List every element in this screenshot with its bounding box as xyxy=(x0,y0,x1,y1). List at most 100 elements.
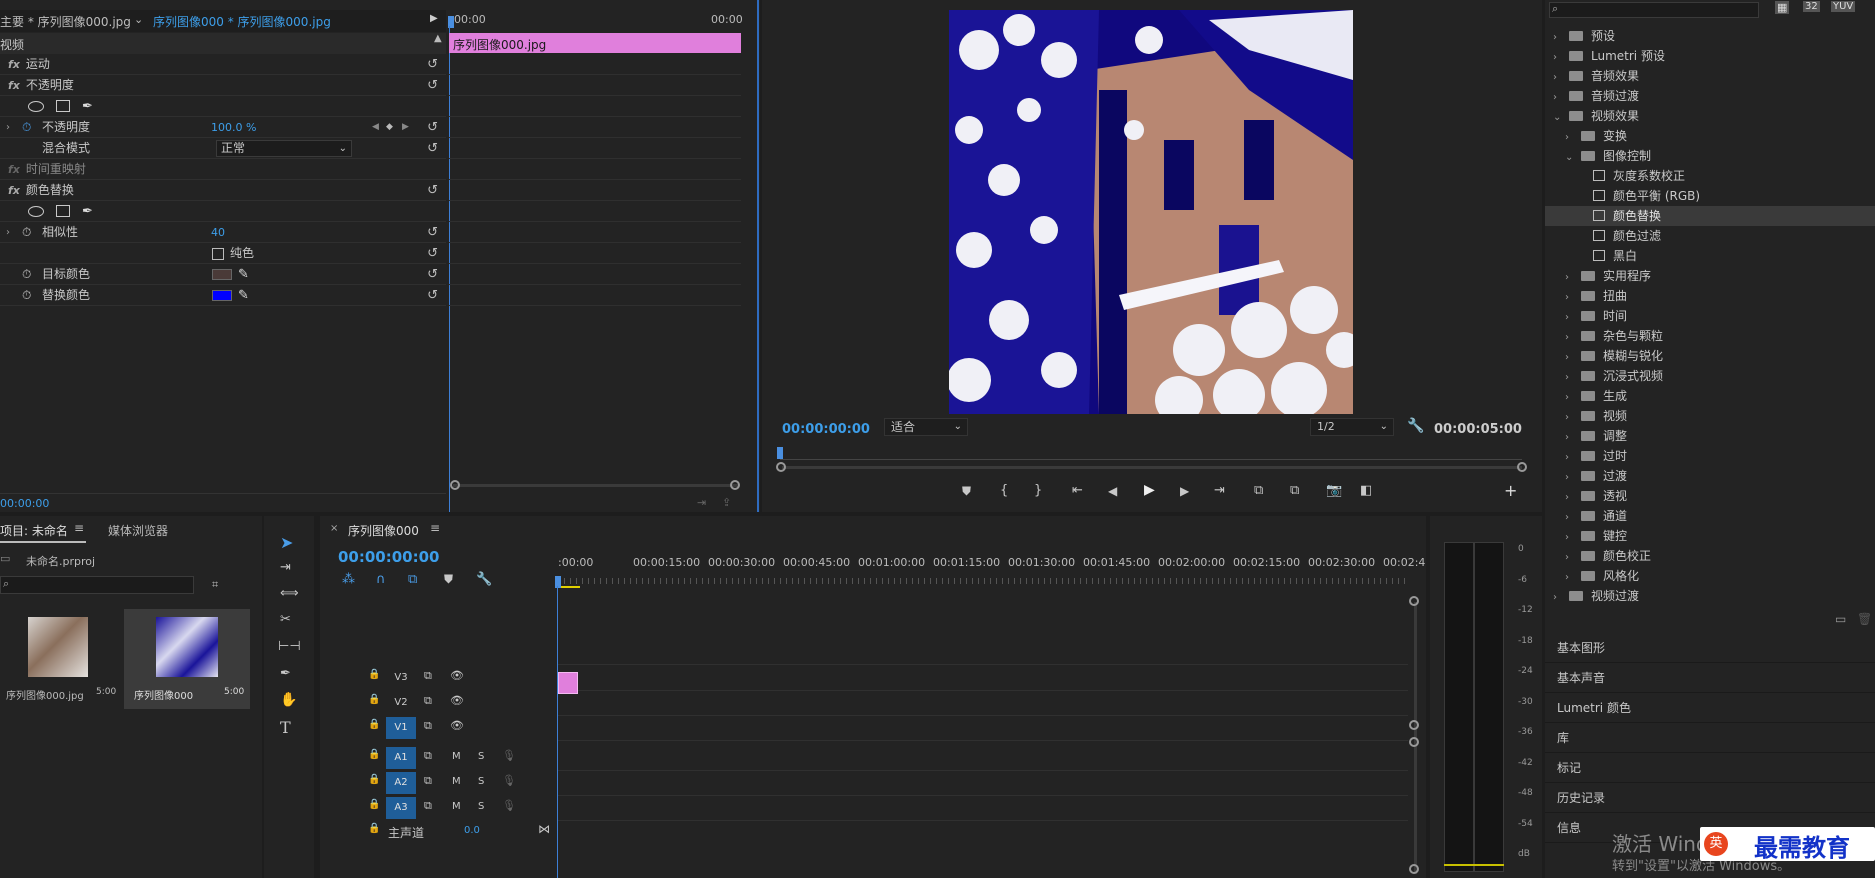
delete-icon[interactable]: 🗑 xyxy=(1857,612,1872,626)
filter-icon[interactable]: ⇥ xyxy=(697,496,706,509)
eye-icon[interactable]: 👁 xyxy=(450,694,464,707)
scroll-handle-a1[interactable] xyxy=(1409,737,1419,747)
ec-zoom-scrollbar[interactable] xyxy=(453,484,738,487)
playback-resolution-select[interactable]: 1/2 ⌄ xyxy=(1310,418,1394,436)
side-panel-header[interactable]: 标记 xyxy=(1545,754,1875,783)
add-button-icon[interactable]: + xyxy=(1504,481,1517,500)
scroll-handle-left[interactable] xyxy=(450,480,460,490)
track-header-v1[interactable]: 🔒 V1 ⧉ 👁 xyxy=(320,716,556,740)
chevron-right-icon[interactable]: › xyxy=(1565,428,1577,448)
track-header-a1[interactable]: 🔒 A1 ⧉ M S 🎙 xyxy=(320,746,556,770)
type-tool-icon[interactable]: T xyxy=(280,718,291,737)
solo-button[interactable]: S xyxy=(478,801,484,812)
fx-icon[interactable]: fx xyxy=(8,79,20,92)
track-header-v2[interactable]: 🔒 V2 ⧉ 👁 xyxy=(320,691,556,715)
pen-mask-icon[interactable]: ✒ xyxy=(82,201,93,222)
project-item-sequence[interactable]: 序列图像000 5:00 xyxy=(124,609,250,709)
program-current-timecode[interactable]: 00:00:00:00 xyxy=(782,422,870,437)
new-bin-icon[interactable]: ▭ xyxy=(1835,612,1846,626)
panel-menu-icon[interactable]: ≡ xyxy=(74,521,84,535)
chevron-right-icon[interactable]: › xyxy=(1565,128,1577,148)
lift-icon[interactable]: ⧉ xyxy=(1254,483,1263,498)
fx-icon[interactable]: fx xyxy=(8,58,20,71)
side-panel-header[interactable]: 基本声音 xyxy=(1545,664,1875,693)
stopwatch-icon[interactable]: ⏱ xyxy=(22,264,31,285)
scroll-handle-right[interactable] xyxy=(1517,462,1527,472)
track-header-v3[interactable]: 🔒 V3 ⧉ 👁 xyxy=(320,666,556,690)
stopwatch-icon[interactable]: ⏱ xyxy=(22,285,31,306)
time-remap-row[interactable]: fx 时间重映射 xyxy=(0,159,446,180)
32bit-effects-icon[interactable]: 32 xyxy=(1803,1,1820,12)
play-icon[interactable]: ▶ xyxy=(1144,482,1155,498)
effects-folder[interactable]: › 风格化 xyxy=(1545,566,1875,586)
effects-folder[interactable]: › 通道 xyxy=(1545,506,1875,526)
time-ruler[interactable] xyxy=(780,452,1522,460)
chevron-right-icon[interactable]: › xyxy=(1565,408,1577,428)
solo-button[interactable]: S xyxy=(478,776,484,787)
pen-mask-icon[interactable]: ✒ xyxy=(82,96,93,117)
lock-icon[interactable]: 🔒 xyxy=(368,694,380,705)
prev-keyframe-icon[interactable]: ◀ xyxy=(372,117,379,138)
scroll-handle-left[interactable] xyxy=(776,462,786,472)
media-browser-tab[interactable]: 媒体浏览器 xyxy=(108,522,168,539)
solo-button[interactable]: S xyxy=(478,751,484,762)
mute-button[interactable]: M xyxy=(452,801,461,812)
yuv-effects-icon[interactable]: YUV xyxy=(1831,1,1856,12)
effects-folder[interactable]: › 过时 xyxy=(1545,446,1875,466)
chevron-right-icon[interactable]: › xyxy=(1565,388,1577,408)
track-target-a3[interactable]: A3 xyxy=(386,797,416,819)
lock-icon[interactable]: 🔒 xyxy=(368,719,380,730)
lock-icon[interactable]: 🔒 xyxy=(368,799,380,810)
opacity-value[interactable]: 100.0 % xyxy=(211,117,256,138)
effects-folder[interactable]: › 键控 xyxy=(1545,526,1875,546)
similarity-row[interactable]: › ⏱ 相似性 40 ↺ xyxy=(0,222,446,243)
effect-item[interactable]: 灰度系数校正 xyxy=(1545,166,1875,186)
effects-folder[interactable]: › 音频过渡 xyxy=(1545,86,1875,106)
chevron-down-icon[interactable]: ⌄ xyxy=(1553,108,1565,128)
program-video-frame[interactable] xyxy=(949,10,1353,414)
razor-tool-icon[interactable]: ✂ xyxy=(280,612,291,627)
slip-tool-icon[interactable]: ⊢⊣ xyxy=(278,639,301,654)
blend-mode-select[interactable]: 正常 ⌄ xyxy=(216,140,352,157)
chevron-right-icon[interactable]: › xyxy=(1565,488,1577,508)
chevron-right-icon[interactable]: › xyxy=(1553,28,1565,48)
chevron-right-icon[interactable]: › xyxy=(1565,548,1577,568)
rectangle-mask-icon[interactable] xyxy=(56,205,70,217)
effect-item[interactable]: 黑白 xyxy=(1545,246,1875,266)
step-back-icon[interactable]: ◀ xyxy=(1108,484,1117,498)
reset-icon[interactable]: ↺ xyxy=(427,54,438,75)
effects-folder[interactable]: › 生成 xyxy=(1545,386,1875,406)
chevron-right-icon[interactable]: › xyxy=(1553,68,1565,88)
chevron-down-icon[interactable]: ⌄ xyxy=(1565,148,1577,168)
effects-folder[interactable]: › 透视 xyxy=(1545,486,1875,506)
expand-icon[interactable]: › xyxy=(6,222,10,243)
replace-color-swatch[interactable] xyxy=(212,290,232,301)
reset-icon[interactable]: ↺ xyxy=(427,75,438,96)
go-to-out-icon[interactable]: ⇥ xyxy=(1214,483,1225,498)
effect-item[interactable]: 颜色过滤 xyxy=(1545,226,1875,246)
v1-clip[interactable] xyxy=(558,672,578,694)
effects-search-input[interactable] xyxy=(1564,4,1754,16)
chevron-right-icon[interactable]: › xyxy=(1565,448,1577,468)
lock-icon[interactable]: 🔒 xyxy=(368,669,380,680)
mark-in-icon[interactable]: { xyxy=(1000,483,1008,498)
chevron-right-icon[interactable]: › xyxy=(1553,48,1565,68)
chevron-right-icon[interactable]: › xyxy=(1553,588,1565,608)
effects-folder[interactable]: ⌄ 视频效果 xyxy=(1545,106,1875,126)
add-marker-icon[interactable]: ⛊ xyxy=(962,484,971,499)
hand-tool-icon[interactable]: ✋ xyxy=(280,692,297,708)
lock-icon[interactable]: 🔒 xyxy=(368,774,380,785)
effects-folder[interactable]: › 调整 xyxy=(1545,426,1875,446)
motion-row[interactable]: fx 运动 ↺ xyxy=(0,54,446,75)
side-panel-header[interactable]: 基本图形 xyxy=(1545,634,1875,663)
reset-icon[interactable]: ↺ xyxy=(427,138,438,159)
effects-folder[interactable]: › 杂色与颗粒 xyxy=(1545,326,1875,346)
side-panel-header[interactable]: 历史记录 xyxy=(1545,784,1875,813)
ripple-edit-tool-icon[interactable]: ⟺ xyxy=(280,586,299,601)
project-tab[interactable]: 项目: 未命名 xyxy=(0,522,68,539)
rectangle-mask-icon[interactable] xyxy=(56,100,70,112)
effects-search-field[interactable]: ⌕ xyxy=(1549,2,1759,18)
new-search-bin-icon[interactable]: ⌗ xyxy=(212,578,218,592)
go-to-in-icon[interactable]: ⇤ xyxy=(1072,483,1083,498)
similarity-value[interactable]: 40 xyxy=(211,222,225,243)
